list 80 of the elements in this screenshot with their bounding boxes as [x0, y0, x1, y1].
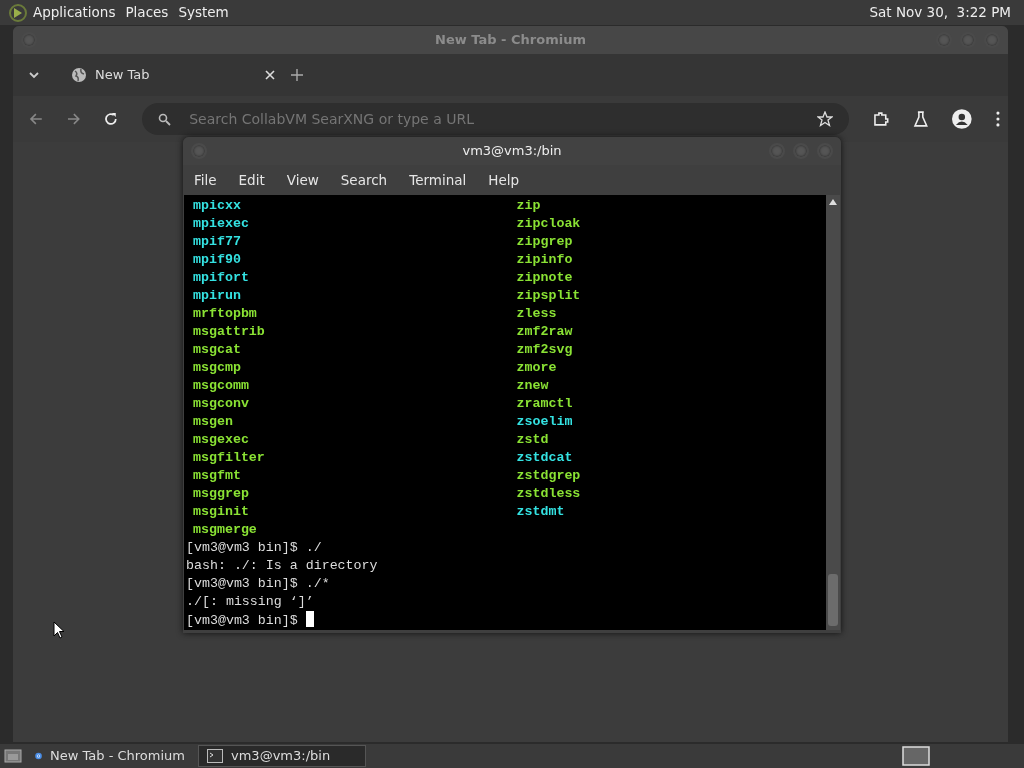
file-name: msgexec [193, 431, 249, 449]
file-name: msgfilter [193, 449, 265, 467]
panel-menu[interactable]: Places [120, 2, 174, 23]
close-icon[interactable] [265, 70, 275, 80]
terminal-line: [vm3@vm3 bin]$ ./* [186, 576, 330, 591]
puzzle-icon[interactable] [873, 111, 889, 127]
bookmark-star-icon[interactable] [817, 111, 834, 127]
file-name: msgattrib [193, 323, 265, 341]
file-name: zip [516, 197, 541, 215]
menu-item[interactable]: Terminal [398, 169, 478, 191]
new-tab-icon[interactable] [291, 69, 303, 81]
file-name: msgcat [193, 341, 241, 359]
file-name: zstd [516, 431, 549, 449]
terminal-line: [vm3@vm3 bin]$ [186, 613, 299, 628]
file-name: msgcmp [193, 359, 241, 377]
back-icon[interactable] [29, 112, 43, 126]
file-name: mpif77 [193, 233, 241, 251]
profile-icon[interactable] [952, 109, 973, 129]
mouse-pointer-icon [53, 621, 65, 639]
terminal-line: [vm3@vm3 bin]$ ./ [186, 540, 322, 555]
reload-icon[interactable] [104, 112, 119, 126]
file-name: mpirun [193, 287, 241, 305]
file-name: msggrep [193, 485, 249, 503]
menu-item[interactable]: Edit [227, 169, 276, 191]
address-bar[interactable]: Search CollabVM SearXNG or type a URL [142, 103, 850, 135]
file-name: zipnote [516, 269, 573, 287]
terminal-line: ./[: missing ‘]’ [186, 594, 314, 609]
file-name: zsoelim [516, 413, 573, 431]
file-name: zstdless [516, 485, 581, 503]
window-title: New Tab - Chromium [435, 31, 586, 50]
file-name: zramctl [516, 395, 573, 413]
file-name: mrftopbm [193, 305, 257, 323]
flask-icon[interactable] [912, 111, 929, 127]
terminal-icon [207, 748, 223, 764]
file-name: msginit [193, 503, 249, 521]
file-name: zipcloak [516, 215, 581, 233]
scrollbar[interactable] [826, 195, 840, 630]
file-name: msgfmt [193, 467, 241, 485]
menu-item[interactable]: Search [329, 169, 399, 191]
file-name: msgmerge [193, 521, 257, 539]
file-name: zstdmt [516, 503, 565, 521]
file-name: zmf2svg [516, 341, 573, 359]
window-title: vm3@vm3:/bin [462, 142, 562, 161]
clock[interactable]: Sat Nov 30, 3:22 PM [864, 2, 1016, 23]
file-name: zmore [516, 359, 557, 377]
globe-icon[interactable] [71, 67, 87, 83]
menu-item[interactable]: View [275, 169, 330, 191]
file-name: zipgrep [516, 233, 573, 251]
file-name: mpif90 [193, 251, 241, 269]
file-name: msgcomm [193, 377, 249, 395]
file-name: msgconv [193, 395, 249, 413]
text-cursor [305, 611, 314, 627]
menu-item[interactable]: Help [477, 169, 531, 191]
file-name: zmf2raw [516, 323, 573, 341]
scrollbar-thumb[interactable] [828, 574, 838, 626]
show-desktop-icon[interactable] [902, 746, 930, 766]
file-name: mpicxx [193, 197, 241, 215]
file-name: zstdgrep [516, 467, 581, 485]
file-name: mpiexec [193, 215, 249, 233]
file-name: zstdcat [516, 449, 573, 467]
tab-title[interactable]: New Tab [95, 65, 257, 85]
file-name: zipsplit [516, 287, 581, 305]
desktop-icon[interactable] [4, 748, 22, 764]
panel-menu[interactable]: System [173, 2, 234, 23]
file-name: msgen [193, 413, 233, 431]
distro-logo-icon[interactable] [8, 2, 28, 23]
menu-item[interactable]: File [183, 169, 228, 191]
tab-list-icon[interactable] [29, 71, 39, 79]
panel-menu[interactable]: Applications [28, 2, 121, 23]
search-icon [158, 112, 172, 126]
forward-icon[interactable] [66, 112, 81, 126]
file-name: zless [516, 305, 557, 323]
file-name: mpifort [193, 269, 249, 287]
file-name: zipinfo [516, 251, 573, 269]
taskbar-button[interactable]: vm3@vm3:/bin [198, 745, 366, 767]
taskbar-button[interactable]: New Tab - Chromium [26, 745, 194, 767]
scroll-up-icon[interactable] [829, 199, 837, 205]
menu-icon[interactable] [996, 111, 1000, 127]
file-name: znew [516, 377, 549, 395]
terminal-line: bash: ./: Is a directory [186, 558, 378, 573]
